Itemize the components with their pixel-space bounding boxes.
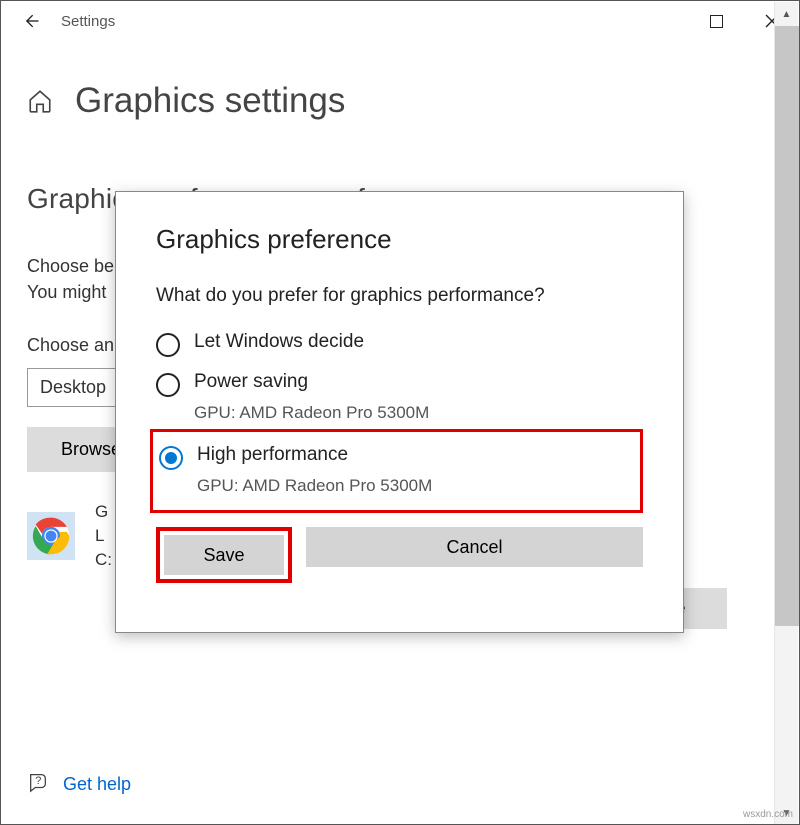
dialog-title: Graphics preference bbox=[156, 224, 643, 255]
radio-label: High performance bbox=[197, 444, 348, 466]
svg-text:?: ? bbox=[35, 775, 41, 787]
minimize-button[interactable] bbox=[634, 1, 689, 41]
radio-sublabel: GPU: AMD Radeon Pro 5300M bbox=[197, 476, 634, 496]
radio-sublabel: GPU: AMD Radeon Pro 5300M bbox=[194, 403, 643, 423]
radio-icon bbox=[156, 373, 180, 397]
home-icon[interactable] bbox=[27, 88, 53, 114]
radio-let-windows-decide[interactable]: Let Windows decide bbox=[156, 325, 643, 365]
save-button[interactable]: Save bbox=[164, 535, 284, 575]
radio-icon bbox=[156, 333, 180, 357]
scroll-thumb[interactable] bbox=[775, 26, 799, 626]
dialog-prompt: What do you prefer for graphics performa… bbox=[156, 285, 643, 307]
highlight-high-performance: High performance GPU: AMD Radeon Pro 530… bbox=[150, 429, 643, 513]
maximize-button[interactable] bbox=[689, 1, 744, 41]
window-title: Settings bbox=[51, 13, 115, 30]
radio-power-saving[interactable]: Power saving bbox=[156, 365, 643, 405]
scrollbar[interactable]: ▲ ▼ bbox=[774, 2, 798, 825]
radio-label: Let Windows decide bbox=[194, 331, 364, 353]
highlight-save: Save bbox=[156, 527, 292, 583]
graphics-preference-dialog: Graphics preference What do you prefer f… bbox=[115, 191, 684, 633]
help-icon: ? bbox=[27, 771, 49, 798]
page-heading: Graphics settings bbox=[75, 81, 345, 121]
app-meta: G L C: bbox=[95, 500, 112, 571]
radio-label: Power saving bbox=[194, 371, 308, 393]
titlebar: Settings bbox=[1, 1, 799, 41]
radio-high-performance[interactable]: High performance bbox=[159, 438, 634, 478]
chrome-icon bbox=[27, 512, 75, 560]
cancel-button[interactable]: Cancel bbox=[306, 527, 643, 567]
dropdown-value: Desktop bbox=[40, 377, 106, 398]
back-button[interactable] bbox=[11, 1, 51, 41]
watermark: wsxdn.com bbox=[743, 809, 793, 820]
radio-icon-selected bbox=[159, 446, 183, 470]
scroll-up-icon[interactable]: ▲ bbox=[782, 2, 792, 26]
get-help-link[interactable]: Get help bbox=[63, 774, 131, 795]
